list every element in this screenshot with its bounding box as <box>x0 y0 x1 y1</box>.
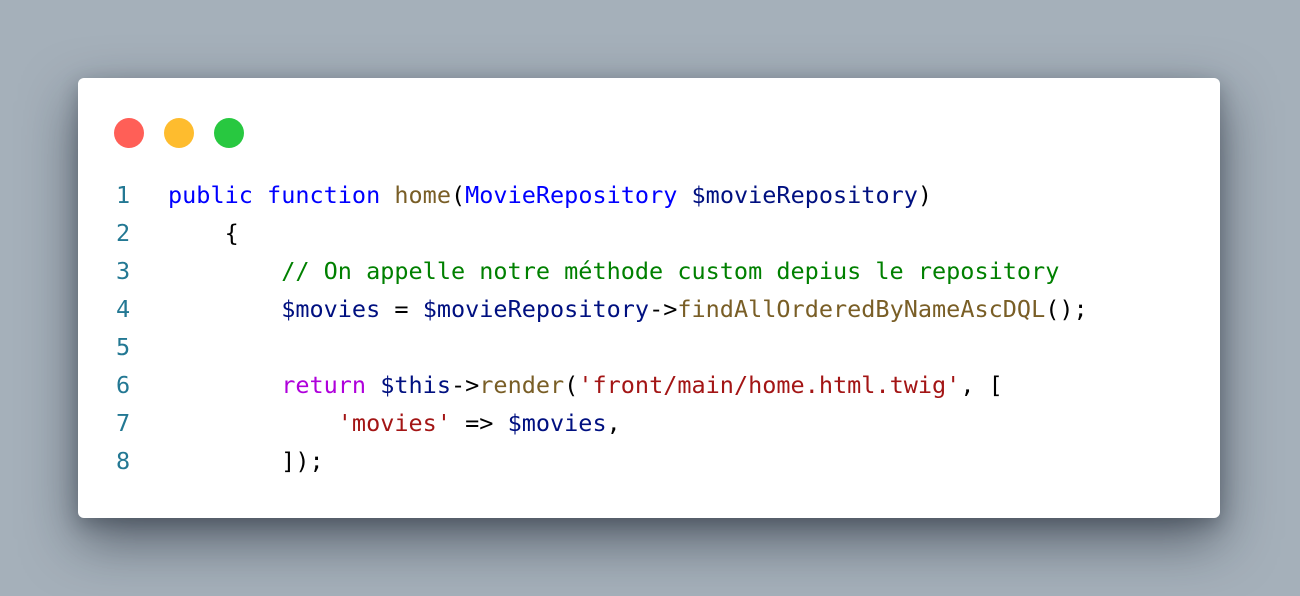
code-token: , [ <box>960 371 1003 399</box>
code-token: (); <box>1045 295 1088 323</box>
line-number: 2 <box>116 219 131 247</box>
code-token: , <box>606 409 621 437</box>
code-token: $movies <box>281 295 381 323</box>
line-source: // On appelle notre méthode custom depiu… <box>168 252 1059 290</box>
line-source: ]); <box>168 442 324 480</box>
close-button[interactable] <box>114 118 144 148</box>
code-token: ( <box>564 371 579 399</box>
line-number: 3 <box>116 257 131 285</box>
zoom-button[interactable] <box>214 118 244 148</box>
line-number: 4 <box>116 295 131 323</box>
code-token: MovieRepository <box>465 181 678 209</box>
code-token: ) <box>917 181 933 209</box>
code-token: ( <box>450 181 466 209</box>
line-number: 6 <box>116 371 131 399</box>
window-controls <box>114 118 244 148</box>
line-source: 'movies' => $movies, <box>168 404 621 442</box>
code-token: $movieRepository <box>422 295 650 323</box>
code-token: $movieRepository <box>691 181 918 209</box>
code-window: 1 public function home(MovieRepository $m… <box>78 78 1220 518</box>
code-token: ]); <box>168 447 324 475</box>
code-token: return <box>281 371 367 399</box>
code-token: -> <box>450 371 480 399</box>
code-token: home <box>394 181 451 209</box>
code-token: // On appelle notre méthode custom depiu… <box>281 257 1060 285</box>
code-token: render <box>479 371 565 399</box>
code-token: findAllOrderedByNameAscDQL <box>677 295 1046 323</box>
line-source: { <box>168 214 239 252</box>
code-token: $this <box>380 371 451 399</box>
line-number: 5 <box>116 333 131 361</box>
line-number: 7 <box>116 409 131 437</box>
minimize-button[interactable] <box>164 118 194 148</box>
code-token: $movies <box>507 409 607 437</box>
code-token: 'front/main/home.html.twig' <box>578 371 961 399</box>
line-number: 1 <box>116 181 131 209</box>
code-token: 'movies' <box>337 409 451 437</box>
line-source: $movies = $movieRepository->findAllOrder… <box>168 290 1088 328</box>
line-number: 8 <box>116 447 131 475</box>
code-token: function <box>267 181 381 209</box>
line-source: public function home(MovieRepository $mo… <box>168 176 932 214</box>
code-token: => <box>450 409 508 437</box>
line-source: return $this->render('front/main/home.ht… <box>168 366 1003 404</box>
code-token: -> <box>649 295 678 323</box>
code-token: public <box>168 181 253 209</box>
code-token: = <box>380 295 423 323</box>
code-token: { <box>168 219 239 247</box>
